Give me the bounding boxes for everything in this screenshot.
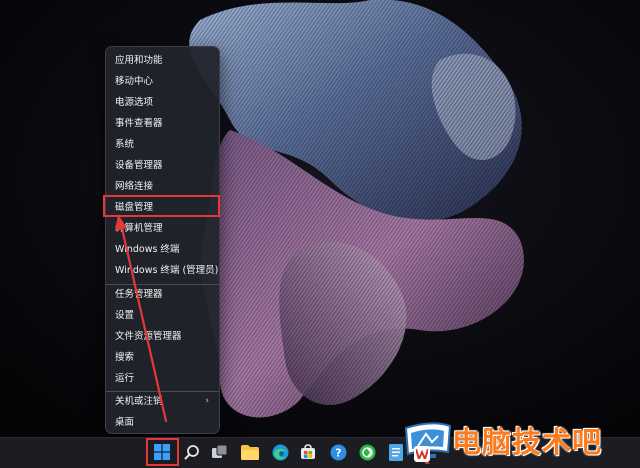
menu-item-file-explorer[interactable]: 文件资源管理器 xyxy=(106,326,219,347)
winx-context-menu: 应用和功能 移动中心 电源选项 事件查看器 系统 设备管理器 网络连接 磁盘管理… xyxy=(105,46,220,434)
menu-item-desktop[interactable]: 桌面 xyxy=(106,412,219,433)
menu-item-computer-management[interactable]: 计算机管理 xyxy=(106,218,219,239)
search-icon xyxy=(184,445,199,460)
menu-item-network-connections[interactable]: 网络连接 xyxy=(106,176,219,197)
menu-item-windows-terminal-admin[interactable]: Windows 终端 (管理员) xyxy=(106,260,219,281)
desktop-wallpaper xyxy=(0,0,640,437)
svg-text:?: ? xyxy=(335,446,341,459)
store-taskbar-button[interactable] xyxy=(298,442,318,462)
green-app-icon xyxy=(359,444,375,460)
task-view-icon xyxy=(212,445,228,458)
folder-icon xyxy=(241,444,259,460)
menu-item-task-manager[interactable]: 任务管理器 xyxy=(106,284,219,305)
annotation-highlight-start-button xyxy=(146,438,179,466)
edge-browser-icon xyxy=(272,444,288,460)
menu-item-power-options[interactable]: 电源选项 xyxy=(106,92,219,113)
wps-icon xyxy=(416,449,428,459)
menu-item-mobility-center[interactable]: 移动中心 xyxy=(106,71,219,92)
wps-taskbar-button[interactable] xyxy=(414,446,430,462)
green-app-taskbar-button[interactable] xyxy=(357,442,377,462)
menu-item-shutdown-signout[interactable]: 关机或注销 › xyxy=(106,391,219,412)
menu-item-label: 关机或注销 xyxy=(115,396,163,407)
annotation-highlight-disk-management xyxy=(103,195,220,217)
menu-item-settings[interactable]: 设置 xyxy=(106,305,219,326)
edge-browser-taskbar-button[interactable] xyxy=(270,442,290,462)
menu-item-event-viewer[interactable]: 事件查看器 xyxy=(106,113,219,134)
help-icon: ? xyxy=(330,444,346,460)
menu-item-search[interactable]: 搜索 xyxy=(106,347,219,368)
menu-item-windows-terminal[interactable]: Windows 终端 xyxy=(106,239,219,260)
taskbar-search-button[interactable] xyxy=(182,442,202,462)
store-icon xyxy=(301,444,315,459)
menu-item-apps-features[interactable]: 应用和功能 xyxy=(106,50,219,71)
help-taskbar-button[interactable]: ? xyxy=(328,442,348,462)
menu-item-run[interactable]: 运行 xyxy=(106,368,219,389)
task-view-button[interactable] xyxy=(210,442,230,462)
site-watermark-text: 电脑技术吧 xyxy=(452,425,603,459)
chevron-right-icon: › xyxy=(205,396,209,406)
menu-item-device-manager[interactable]: 设备管理器 xyxy=(106,155,219,176)
menu-item-system[interactable]: 系统 xyxy=(106,134,219,155)
file-explorer-taskbar-button[interactable] xyxy=(240,442,260,462)
